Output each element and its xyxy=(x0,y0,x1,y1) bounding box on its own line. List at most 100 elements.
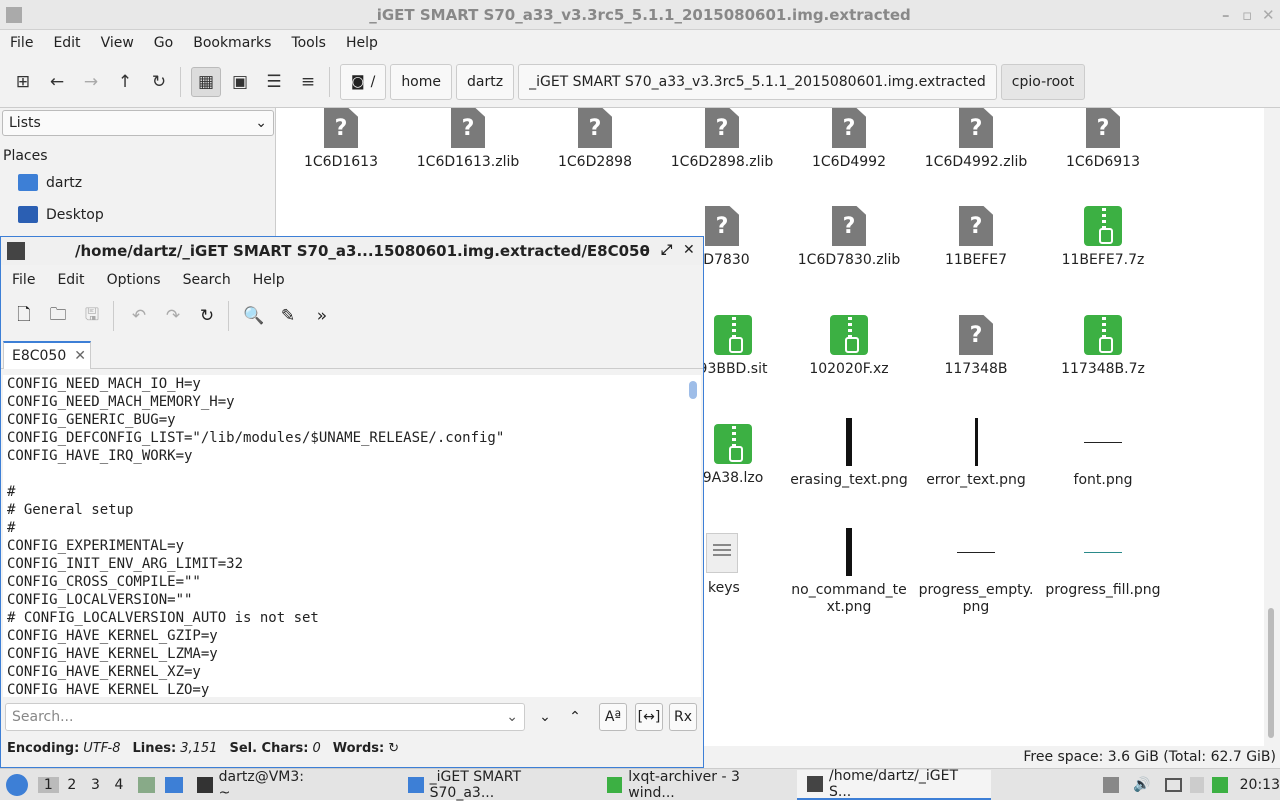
file-item[interactable]: ? 1C6D2898.zlib xyxy=(662,108,782,171)
menu-help[interactable]: Help xyxy=(336,35,388,51)
regex-icon[interactable]: Rx xyxy=(669,703,697,731)
editor-menu-help[interactable]: Help xyxy=(242,272,296,288)
file-item[interactable]: ? 1C6D7830.zlib xyxy=(789,206,909,269)
file-item[interactable]: error_text.png xyxy=(916,418,1036,489)
save-icon[interactable]: 🖫 xyxy=(77,301,107,331)
maximize-icon[interactable]: ⤢ xyxy=(661,242,672,258)
close-icon[interactable]: ✕ xyxy=(1262,6,1275,24)
file-item[interactable]: ? 1C6D4992 xyxy=(789,108,909,171)
breadcrumb-home[interactable]: home xyxy=(390,63,453,100)
open-folder-icon[interactable]: 🗀 xyxy=(43,301,73,331)
find-next-icon[interactable]: ⌄ xyxy=(531,703,559,731)
file-item[interactable]: progress_fill.png xyxy=(1043,528,1163,599)
image-thumbnail xyxy=(974,418,978,466)
menu-view[interactable]: View xyxy=(91,35,144,51)
file-item[interactable]: 11BEFE7.7z xyxy=(1043,206,1163,269)
reload-icon[interactable]: ↻ xyxy=(192,301,222,331)
file-item[interactable]: ? 11BEFE7 xyxy=(916,206,1036,269)
icon-view-icon[interactable]: ▦ xyxy=(191,66,221,97)
code-line: CONFIG_HAVE_KERNEL_LZMA=y xyxy=(7,646,218,662)
breadcrumb-extracted[interactable]: _iGET SMART S70_a33_v3.3rc5_5.1.1_201508… xyxy=(518,63,997,100)
archive-icon xyxy=(830,315,868,355)
clipboard-icon[interactable] xyxy=(1190,776,1204,793)
editor-menu-file[interactable]: File xyxy=(1,272,46,288)
sidebar-mode-select[interactable]: Lists ⌄ xyxy=(2,110,274,136)
file-manager-launcher-icon[interactable] xyxy=(137,776,156,793)
file-view-scrollbar[interactable] xyxy=(1264,108,1280,746)
file-item[interactable]: progress_empty.png xyxy=(916,528,1036,616)
toolbar: ⊞ ← → ↑ ↻ ▦ ▣ ☰ ≡ ◙ / home dartz _iGET SM… xyxy=(0,56,1280,108)
thumbnail-view-icon[interactable]: ▣ xyxy=(225,67,255,97)
menu-bookmarks[interactable]: Bookmarks xyxy=(183,35,281,51)
breadcrumb-dartz[interactable]: dartz xyxy=(456,63,515,100)
editor-menu-search[interactable]: Search xyxy=(172,272,242,288)
file-item[interactable]: no_command_text.png xyxy=(789,528,909,616)
find-icon[interactable]: 🔍 xyxy=(239,301,269,331)
undo-icon[interactable]: ↶ xyxy=(124,301,154,331)
back-icon[interactable]: ← xyxy=(42,67,72,97)
maximize-icon[interactable]: ▫ xyxy=(1242,6,1252,24)
task-archiver[interactable]: lxqt-archiver - 3 wind... xyxy=(597,769,798,801)
find-previous-icon[interactable]: ⌃ xyxy=(561,703,589,731)
task-editor[interactable]: /home/dartz/_iGET S... xyxy=(797,768,992,800)
breadcrumb-root[interactable]: ◙ / xyxy=(340,63,387,100)
menu-file[interactable]: File xyxy=(0,35,43,51)
file-item[interactable]: 102020F.xz xyxy=(789,315,909,378)
sidebar-item-desktop[interactable]: Desktop xyxy=(18,206,104,223)
file-item[interactable]: ? 1C6D1613 xyxy=(281,108,401,171)
workspace-2[interactable]: 2 xyxy=(61,777,83,793)
close-icon[interactable]: ✕ xyxy=(683,242,695,258)
workspace-3[interactable]: 3 xyxy=(85,777,107,793)
minimize-icon[interactable]: – xyxy=(1222,6,1230,24)
up-icon[interactable]: ↑ xyxy=(110,67,140,97)
sidebar-item-dartz[interactable]: dartz xyxy=(18,174,82,191)
match-case-icon[interactable]: Aª xyxy=(599,703,627,731)
update-icon[interactable] xyxy=(1103,776,1120,793)
tab-e8c050[interactable]: E8C050 ✕ xyxy=(3,341,91,369)
editor-menu-edit[interactable]: Edit xyxy=(46,272,95,288)
refresh-word-count-icon[interactable]: ↻ xyxy=(388,741,399,756)
editor-scrollbar[interactable] xyxy=(687,375,701,697)
code-line: # xyxy=(7,520,16,536)
file-item[interactable]: ? 1C6D1613.zlib xyxy=(408,108,528,171)
editor-menu-options[interactable]: Options xyxy=(96,272,172,288)
network-icon[interactable] xyxy=(1164,777,1183,792)
chevron-down-icon[interactable]: ⌄ xyxy=(506,704,518,730)
search-input[interactable]: Search... ⌄ xyxy=(5,703,525,731)
menu-edit[interactable]: Edit xyxy=(43,35,90,51)
menu-go[interactable]: Go xyxy=(144,35,183,51)
file-item[interactable]: 117348B.7z xyxy=(1043,315,1163,378)
show-desktop-icon[interactable] xyxy=(165,776,183,793)
whole-word-icon[interactable]: [↔] xyxy=(635,703,663,731)
tab-close-icon[interactable]: ✕ xyxy=(74,348,86,364)
menu-tools[interactable]: Tools xyxy=(281,35,336,51)
file-item[interactable]: ? 1C6D4992.zlib xyxy=(916,108,1036,171)
workspace-4[interactable]: 4 xyxy=(108,777,130,793)
compact-view-icon[interactable]: ☰ xyxy=(259,67,289,97)
code-line: CONFIG_HAVE_IRQ_WORK=y xyxy=(7,448,193,464)
redo-icon[interactable]: ↷ xyxy=(158,301,188,331)
clock[interactable]: 20:13 xyxy=(1240,777,1280,793)
file-item[interactable]: erasing_text.png xyxy=(789,418,909,489)
more-icon[interactable]: » xyxy=(307,301,337,331)
task-terminal[interactable]: dartz@VM3: ~ xyxy=(187,769,328,801)
workspace-1[interactable]: 1 xyxy=(37,776,60,793)
new-file-icon[interactable]: 🗋 xyxy=(9,301,39,331)
forward-icon[interactable]: → xyxy=(76,67,106,97)
file-item[interactable]: ? 1C6D2898 xyxy=(535,108,655,171)
minimize-icon[interactable]: – xyxy=(641,242,648,258)
new-tab-icon[interactable]: ⊞ xyxy=(8,67,38,97)
file-item[interactable]: font.png xyxy=(1043,418,1163,489)
reload-icon[interactable]: ↻ xyxy=(144,67,174,97)
file-item[interactable]: ? 117348B xyxy=(916,315,1036,378)
file-item[interactable]: ? 1C6D6913 xyxy=(1043,108,1163,171)
menubar: File Edit View Go Bookmarks Tools Help xyxy=(0,30,1280,56)
volume-icon[interactable]: 🔊 xyxy=(1133,777,1150,793)
code-text-area[interactable]: CONFIG_NEED_MACH_IO_H=y CONFIG_NEED_MACH_… xyxy=(3,375,687,697)
task-file-manager[interactable]: _iGET SMART S70_a3... xyxy=(398,769,597,801)
start-menu-icon[interactable] xyxy=(6,773,28,796)
detail-view-icon[interactable]: ≡ xyxy=(293,67,323,97)
breadcrumb-cpio-root[interactable]: cpio-root xyxy=(1000,63,1086,100)
archiver-tray-icon[interactable] xyxy=(1211,776,1228,793)
replace-icon[interactable]: ✎ xyxy=(273,301,303,331)
